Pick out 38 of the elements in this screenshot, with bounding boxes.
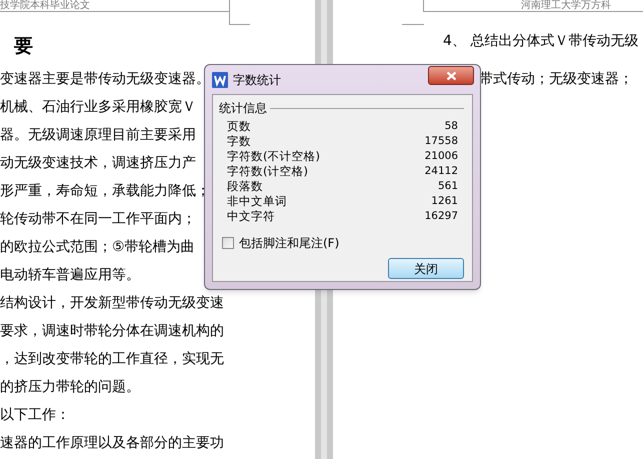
body-text-line: 电动轿车普遍应用等。 bbox=[0, 266, 140, 284]
dialog-title: 字数统计 bbox=[233, 72, 281, 88]
stat-value: 561 bbox=[438, 178, 458, 194]
close-icon bbox=[446, 70, 456, 80]
section-heading: 要 bbox=[14, 36, 33, 56]
body-text-line: 4、 总结出分体式Ｖ带传动无级 bbox=[443, 32, 638, 50]
stat-value: 24112 bbox=[424, 164, 458, 179]
body-text-line: 要求，调速时带轮分体在调速机构的 bbox=[0, 322, 224, 340]
stat-label: 段落数 bbox=[227, 178, 263, 195]
stat-value: 1261 bbox=[431, 194, 458, 209]
close-dialog-button[interactable]: 关闭 bbox=[388, 258, 464, 279]
checkbox[interactable] bbox=[222, 237, 234, 249]
app-logo-icon bbox=[212, 72, 228, 88]
stat-value: 21006 bbox=[424, 148, 458, 164]
group-label: 统计信息 bbox=[219, 100, 267, 117]
stat-label: 字符数(不计空格) bbox=[227, 148, 320, 165]
stat-value: 58 bbox=[444, 118, 458, 134]
stat-label: 非中文单词 bbox=[227, 192, 287, 210]
body-text-line: 结构设计，开发新型带传动无级变速 bbox=[0, 294, 224, 312]
close-button[interactable] bbox=[428, 66, 474, 85]
stat-label: 字符数(计空格) bbox=[227, 162, 308, 180]
body-text-line: 的挤压力带轮的问题。 bbox=[0, 378, 140, 396]
body-text-line: ，达到改变带轮的工作直径，实现无 bbox=[0, 350, 224, 368]
body-text-line: 动无级变速技术，调速挤压力产 bbox=[0, 154, 196, 172]
stat-label: 字数 bbox=[227, 132, 251, 150]
body-text-line: 机械、石油行业多采用橡胶宽Ｖ bbox=[0, 98, 196, 116]
body-text-line: 以下工作： bbox=[0, 406, 70, 424]
body-text-line: 轮传动带不在同一工作平面内； bbox=[0, 210, 196, 228]
stat-label: 中文字符 bbox=[227, 208, 275, 225]
body-text-line: 形严重，寿命短，承载能力降低； bbox=[0, 182, 210, 200]
checkbox-label[interactable]: 包括脚注和尾注(F) bbox=[239, 234, 340, 252]
body-text-line: 速器的工作原理以及各部分的主要功 bbox=[0, 434, 224, 452]
body-text-line: 器。无级调速原理目前主要采用 bbox=[0, 126, 196, 144]
stat-label: 页数 bbox=[227, 118, 251, 135]
body-text-line: 的欧拉公式范围；⑤带轮槽为曲 bbox=[0, 238, 195, 256]
body-text-line: 变速器主要是带传动无级变速器。 bbox=[0, 70, 210, 88]
stat-value: 17558 bbox=[424, 134, 458, 149]
stat-value: 16297 bbox=[424, 208, 458, 224]
